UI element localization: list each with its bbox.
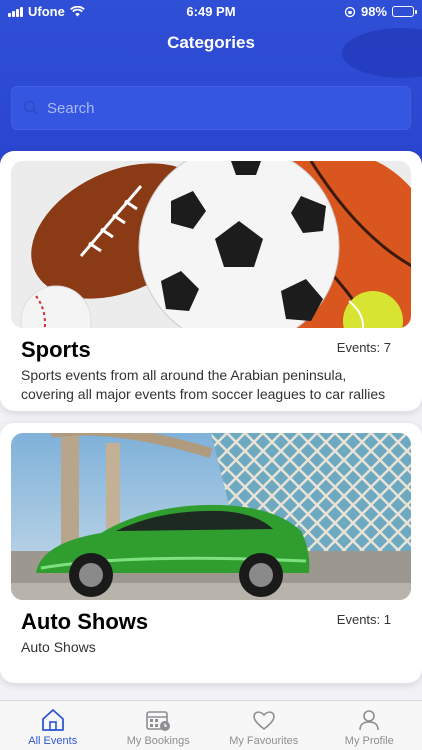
search-input[interactable]: [47, 99, 387, 117]
categories-list: Sports Events: 7 Sports events from all …: [0, 151, 422, 700]
tab-bar: All Events My Bookings My Favourites My …: [0, 700, 422, 750]
tab-label: My Favourites: [229, 735, 299, 747]
category-image-sports: [11, 161, 411, 328]
tab-label: My Profile: [344, 735, 394, 747]
page-title: Categories: [167, 33, 255, 52]
header: Ufone 6:49 PM 98% Categories: [0, 0, 422, 168]
category-name: Sports: [21, 337, 91, 362]
tab-my-profile[interactable]: My Profile: [317, 701, 422, 750]
home-icon: [41, 709, 64, 731]
category-name: Auto Shows: [21, 609, 149, 634]
heart-icon: [253, 711, 275, 730]
events-count: Events: 7: [336, 340, 391, 355]
battery-percent: 98%: [360, 4, 387, 19]
tab-all-events[interactable]: All Events: [0, 701, 106, 750]
battery-icon: [392, 6, 417, 17]
tab-label: All Events: [28, 735, 78, 747]
events-count: Events: 1: [336, 612, 391, 627]
category-description: Auto Shows: [21, 639, 96, 655]
calendar-icon: [146, 711, 171, 731]
category-card-sports[interactable]: Sports Events: 7 Sports events from all …: [0, 151, 422, 411]
category-image-auto-shows: [11, 433, 411, 600]
category-description: Sports events from all around the Arabia…: [21, 367, 386, 402]
tab-my-bookings[interactable]: My Bookings: [106, 701, 212, 750]
tab-label: My Bookings: [126, 735, 190, 747]
search-icon: [23, 100, 39, 116]
person-icon: [359, 710, 380, 731]
search-bar[interactable]: [11, 86, 411, 130]
status-bar: Ufone 6:49 PM 98%: [0, 0, 422, 24]
tab-my-favourites[interactable]: My Favourites: [211, 701, 317, 750]
orientation-lock-icon: [344, 6, 356, 17]
category-card-auto-shows[interactable]: Auto Shows Events: 1 Auto Shows: [0, 423, 422, 683]
